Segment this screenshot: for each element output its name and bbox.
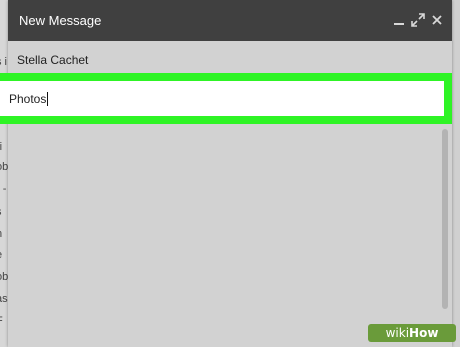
background-fragment: ri (0, 141, 3, 153)
recipient-field[interactable]: Stella Cachet (8, 41, 452, 75)
compose-titlebar[interactable]: New Message (8, 0, 452, 41)
message-body[interactable] (8, 124, 452, 347)
subject-highlight: Photos (0, 73, 452, 124)
subject-value: Photos (9, 92, 49, 106)
background-fragment: s i (0, 56, 7, 68)
background-fragment: n (0, 227, 8, 241)
scrollbar[interactable] (442, 129, 448, 309)
wikihow-watermark: wikiHow (368, 324, 456, 342)
compose-title: New Message (19, 13, 102, 28)
subject-input[interactable]: Photos (0, 81, 444, 116)
text-caret (47, 92, 49, 106)
minimize-icon[interactable] (391, 12, 407, 28)
recipient-value: Stella Cachet (17, 53, 89, 67)
background-fragment: s (0, 205, 8, 219)
background-fragment: ob (0, 161, 8, 173)
background-fragment: - - (0, 183, 7, 195)
background-fragment: F (0, 314, 8, 328)
background-fragment: e (0, 248, 8, 262)
compose-window: New Message Stella Cachet (8, 0, 452, 347)
expand-icon[interactable] (410, 12, 426, 28)
background-right-edge (452, 0, 460, 347)
close-icon[interactable] (429, 12, 445, 28)
background-fragment: as (0, 293, 8, 305)
background-fragment: ob (0, 271, 8, 283)
